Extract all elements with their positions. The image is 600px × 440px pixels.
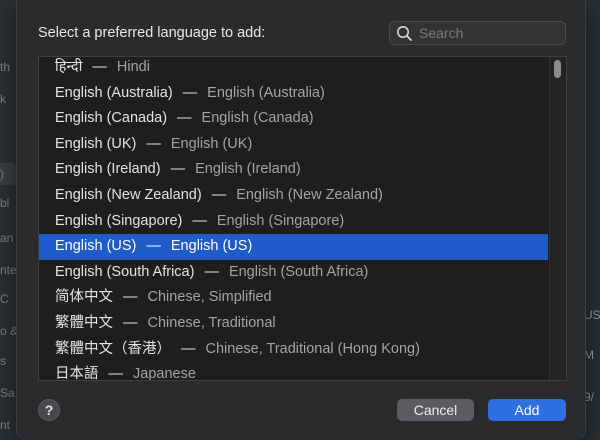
language-native-name: English (Ireland) (55, 161, 161, 178)
language-native-name: 日本語 (55, 366, 99, 381)
language-row[interactable]: English (Australia) — English (Australia) (39, 81, 548, 107)
language-separator: — (170, 161, 186, 178)
language-separator: — (211, 187, 227, 203)
search-placeholder: Search (419, 25, 464, 41)
language-translated-name: English (Canada) (201, 110, 314, 127)
question-mark-icon: ? (44, 402, 54, 418)
language-translated-name: English (South Africa) (228, 263, 369, 280)
help-button[interactable]: ? (38, 399, 60, 421)
search-field[interactable]: Search (389, 21, 566, 45)
language-translated-name: English (US) (170, 238, 253, 255)
language-native-name: हिन्दी (55, 59, 83, 75)
language-row[interactable]: 日本語 — Japanese (39, 362, 548, 381)
language-translated-name: Chinese, Simplified (147, 289, 272, 306)
language-row[interactable]: 简体中文 — Chinese, Simplified (39, 285, 548, 311)
language-row[interactable]: English (Ireland) — English (Ireland) (39, 157, 548, 183)
dialog-prompt: Select a preferred language to add: (38, 25, 266, 41)
background-text-fragment: US (584, 308, 600, 322)
language-native-name: English (Canada) (55, 110, 168, 127)
language-separator: — (92, 59, 107, 75)
list-scrollbar[interactable] (549, 57, 566, 380)
language-translated-name: Chinese, Traditional (147, 315, 276, 331)
language-row[interactable]: English (Singapore) — English (Singapore) (39, 209, 548, 235)
language-separator: — (181, 340, 196, 357)
background-text-fragment: 9/ (584, 390, 595, 404)
add-language-sheet: Select a preferred language to add: Sear… (16, 0, 586, 440)
language-separator: — (204, 263, 219, 280)
language-separator: — (192, 212, 207, 229)
language-native-name: 简体中文 (55, 289, 113, 306)
language-translated-name: English (UK) (170, 135, 253, 152)
language-translated-name: English (Ireland) (195, 161, 301, 178)
language-list[interactable]: हिन्दी — Hindi English (Australia) — English … (38, 56, 567, 381)
search-icon (397, 26, 412, 41)
language-native-name: English (Singapore) (55, 212, 183, 229)
language-separator: — (123, 289, 138, 306)
language-native-name: English (US) (55, 238, 137, 255)
language-translated-name: English (New Zealand) (236, 187, 383, 203)
language-separator: — (146, 135, 161, 152)
language-native-name: 繁體中文 (55, 315, 113, 331)
language-separator: — (182, 84, 198, 101)
language-translated-name: Hindi (116, 59, 150, 75)
language-translated-name: English (Australia) (207, 84, 325, 101)
language-row[interactable]: English (Canada) — English (Canada) (39, 106, 548, 132)
cancel-button[interactable]: Cancel (397, 399, 474, 421)
language-row[interactable]: English (US) — English (US) (39, 234, 548, 260)
language-row[interactable]: हिन्दी — Hindi (39, 57, 548, 81)
scrollbar-thumb[interactable] (554, 60, 561, 78)
language-separator: — (146, 238, 161, 255)
language-row[interactable]: 繁體中文（香港） — Chinese, Traditional (Hong Kong… (39, 337, 548, 363)
language-native-name: English (UK) (55, 135, 137, 152)
language-row[interactable]: English (New Zealand) — English (New Zeala… (39, 183, 548, 209)
language-native-name: English (New Zealand) (55, 187, 202, 203)
background-text-fragment: M (584, 348, 594, 362)
language-translated-name: English (Singapore) (216, 212, 345, 229)
language-row[interactable]: English (South Africa) — English (South Af… (39, 260, 548, 286)
language-native-name: 繁體中文（香港） (55, 340, 171, 357)
language-native-name: English (Australia) (55, 84, 173, 101)
language-separator: — (177, 110, 192, 127)
language-row[interactable]: English (UK) — English (UK) (39, 132, 548, 158)
language-separator: — (123, 315, 138, 331)
language-separator: — (108, 366, 124, 381)
language-native-name: English (South Africa) (55, 263, 195, 280)
language-row[interactable]: 繁體中文 — Chinese, Traditional (39, 311, 548, 337)
add-button[interactable]: Add (488, 399, 566, 421)
language-translated-name: Chinese, Traditional (Hong Kong) (205, 340, 420, 357)
language-translated-name: Japanese (133, 366, 196, 381)
